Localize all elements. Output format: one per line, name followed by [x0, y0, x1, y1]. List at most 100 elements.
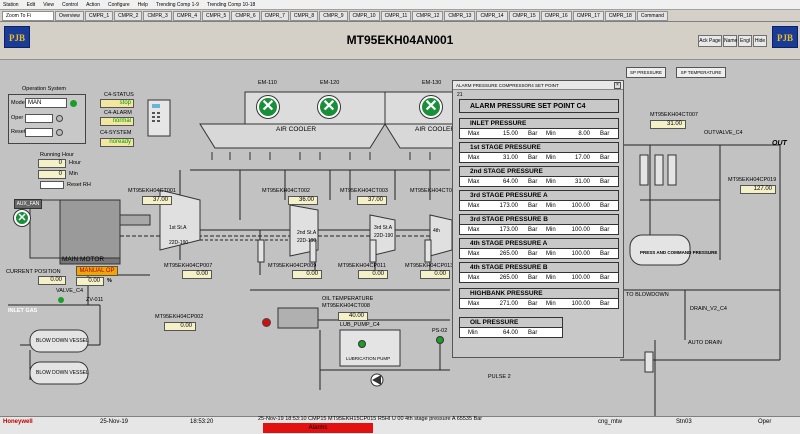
drain-label: DRAIN_V2_C4 [690, 306, 727, 312]
tab-overview[interactable]: Overview [55, 10, 84, 21]
max-value[interactable]: 173.00 [486, 201, 518, 211]
section-title: 4th STAGE PRESSURE A [460, 239, 618, 249]
alarms-button[interactable]: Alarms [263, 423, 373, 433]
process-diagram: Operation System Mode MAN Oper Reset C4-… [0, 60, 800, 416]
manual-op-value[interactable]: 0.00 [76, 277, 104, 286]
max-value[interactable]: 64.00 [486, 177, 518, 187]
min-label: Min [546, 301, 556, 307]
tab-cmpr[interactable]: CMPR_3 [143, 10, 172, 21]
setpoint-3rd-stage-b: 3rd STAGE PRESSURE B Max 173.00 Bar Min … [459, 214, 619, 235]
tab-cmpr[interactable]: CMPR_11 [380, 10, 412, 21]
running-hour-title: Running Hour [40, 152, 74, 158]
max-value[interactable]: 265.00 [486, 249, 518, 259]
max-value[interactable]: 15.00 [486, 129, 518, 139]
tab-command[interactable]: Command [636, 10, 668, 21]
menu-edit[interactable]: Edit [27, 2, 36, 8]
alarm-message[interactable]: 25-Nov-19 18:53:10 CMP15 MT95EKH15CP015 … [258, 416, 482, 422]
status-user: cng_mtw [598, 419, 623, 425]
em-130-fan-icon[interactable]: ✕ [420, 96, 442, 118]
tab-cmpr[interactable]: CMPR_7 [260, 10, 289, 21]
menu-help[interactable]: Help [138, 2, 148, 8]
tab-cmpr[interactable]: CMPR_10 [348, 10, 380, 21]
oper-select[interactable] [25, 114, 53, 123]
max-label: Max [468, 179, 480, 185]
menu-trending-2[interactable]: Trending Comp 10-18 [207, 2, 255, 8]
tab-cmpr[interactable]: CMPR_6 [231, 10, 260, 21]
min-value[interactable]: 31.00 [560, 177, 590, 187]
menu-configure[interactable]: Configure [108, 2, 130, 8]
hide-button[interactable]: Hide [753, 35, 767, 47]
ack-page-button[interactable]: Ack Page [698, 35, 722, 47]
min-value[interactable]: 17.00 [560, 153, 590, 163]
min-value[interactable]: 100.00 [560, 225, 590, 235]
setpoint-row: Max 15.00 Bar Min 8.00 Bar [460, 129, 618, 139]
tab-cmpr[interactable]: CMPR_16 [540, 10, 572, 21]
setpoint-4th-stage-a: 4th STAGE PRESSURE A Max 265.00 Bar Min … [459, 238, 619, 259]
tab-cmpr[interactable]: CMPR_4 [172, 10, 202, 21]
tab-cmpr[interactable]: CMPR_13 [444, 10, 476, 21]
alarm-setpoint-dialog: ALARM PRESSURE COMPRESSOR4 SET POINT × 2… [452, 80, 624, 358]
max-value[interactable]: 31.00 [486, 153, 518, 163]
tab-cmpr[interactable]: CMPR_2 [114, 10, 143, 21]
min-value[interactable]: 100.00 [560, 249, 590, 259]
menu-view[interactable]: View [43, 2, 54, 8]
tab-cmpr[interactable]: CMPR_1 [84, 10, 114, 21]
em-120-label: EM-120 [320, 80, 340, 86]
logo-left: PJB [4, 26, 30, 48]
unit-label: Bar [528, 179, 538, 185]
setpoint-highbank: HIGHBANK PRESSURE Max 271.00 Bar Min 100… [459, 288, 619, 309]
tab-cmpr[interactable]: CMPR_9 [319, 10, 348, 21]
menu-bar: Station Edit View Control Action Configu… [0, 0, 800, 10]
max-value[interactable]: 173.00 [486, 225, 518, 235]
sp-temperature-button[interactable]: SP TEMPERATURE [676, 67, 726, 78]
mode-select[interactable]: MAN [25, 98, 67, 108]
close-icon[interactable]: × [614, 82, 621, 89]
menu-control[interactable]: Control [62, 2, 78, 8]
section-title: OIL PRESSURE [460, 318, 562, 328]
setpoint-4th-stage-b: 4th STAGE PRESSURE B Max 265.00 Bar Min … [459, 262, 619, 283]
unit-label: Bar [600, 203, 610, 209]
reset-select[interactable] [25, 128, 53, 137]
cp002-value: 0.00 [164, 322, 196, 331]
max-value[interactable]: 265.00 [486, 273, 518, 283]
reset-rh-select[interactable] [40, 181, 64, 189]
tab-cmpr[interactable]: CMPR_8 [289, 10, 319, 21]
min-value[interactable]: 100.00 [560, 299, 590, 309]
zoom-select[interactable]: Zoom To Fi [2, 10, 54, 21]
name-button[interactable]: Name [723, 35, 737, 47]
inlet-gas-label: INLET GAS [8, 308, 38, 314]
em-110-fan-icon[interactable]: ✕ [257, 96, 279, 118]
tab-cmpr[interactable]: CMPR_12 [412, 10, 444, 21]
tab-cmpr[interactable]: CMPR_14 [476, 10, 508, 21]
menu-trending-1[interactable]: Trending Comp 1-9 [156, 2, 199, 8]
tab-cmpr[interactable]: CMPR_5 [202, 10, 231, 21]
mode-label: Mode [11, 100, 25, 106]
auto-drain-label: AUTO DRAIN [688, 340, 722, 346]
tab-cmpr[interactable]: CMPR_18 [604, 10, 636, 21]
stage3-label: 3rd St.A [374, 225, 393, 231]
menu-station[interactable]: Station [3, 2, 19, 8]
min-value[interactable]: 64.00 [486, 328, 518, 338]
min-value[interactable]: 8.00 [560, 129, 590, 139]
aux-fan-icon[interactable]: ✕ [14, 210, 30, 226]
hour-label: Hour [69, 160, 81, 166]
max-label: Max [468, 203, 480, 209]
tab-cmpr[interactable]: CMPR_15 [508, 10, 540, 21]
engl-button[interactable]: Engl [738, 35, 752, 47]
sp-pressure-button[interactable]: SP PRESSURE [626, 67, 666, 78]
current-position-value: 0.00 [38, 276, 66, 285]
press-command-label: PRESS AND COMMAND PRESSURE [640, 250, 718, 255]
min-value[interactable]: 100.00 [560, 273, 590, 283]
menu-action[interactable]: Action [86, 2, 100, 8]
oper-label: Oper [11, 115, 24, 121]
manual-op-label[interactable]: MANUAL OP [76, 266, 118, 276]
c4-status-value: stop [100, 99, 134, 108]
section-title: 3rd STAGE PRESSURE B [460, 215, 618, 225]
max-value[interactable]: 271.00 [486, 299, 518, 309]
ct008-tag: MT95EKH04CT008 [322, 303, 370, 309]
lub-pump-label: LUB_PUMP_C4 [340, 322, 380, 328]
em-120-fan-icon[interactable]: ✕ [318, 96, 340, 118]
dialog-heading: ALARM PRESSURE SET POINT C4 [459, 99, 619, 113]
tab-cmpr[interactable]: CMPR_17 [572, 10, 604, 21]
min-value[interactable]: 100.00 [560, 201, 590, 211]
